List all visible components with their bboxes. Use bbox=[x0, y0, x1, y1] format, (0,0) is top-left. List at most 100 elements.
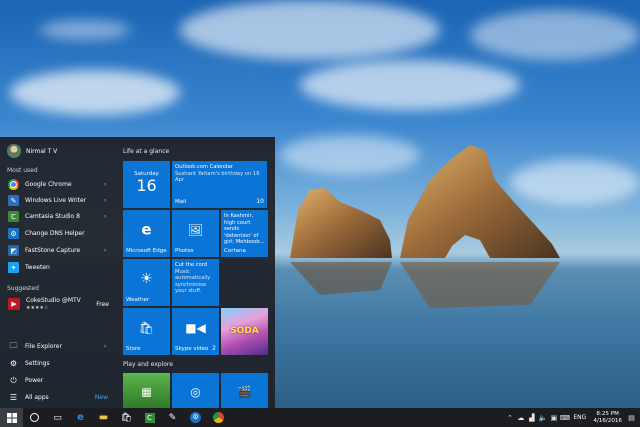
tweeten-icon: ✦ bbox=[8, 262, 19, 273]
edge-icon: e bbox=[77, 412, 84, 423]
tile-photos[interactable]: 🖼 Photos bbox=[172, 210, 219, 257]
taskbar-live-writer[interactable]: ✎ bbox=[161, 408, 184, 427]
tile-skype-video[interactable]: ■◀ Skype video 2 bbox=[172, 308, 219, 355]
app-change-dns-helper[interactable]: ⚙ Change DNS Helper bbox=[0, 226, 116, 241]
user-name: Nirmal T V bbox=[26, 147, 58, 155]
faststone-icon: ◩ bbox=[8, 245, 19, 256]
mail-badge: 10 bbox=[256, 198, 264, 205]
tile-store[interactable]: 🛍 Store bbox=[123, 308, 170, 355]
app-camtasia-studio[interactable]: C Camtasia Studio 8 › bbox=[0, 209, 116, 224]
network-icon[interactable]: ▟ bbox=[526, 414, 537, 422]
taskbar-camtasia[interactable]: C bbox=[138, 408, 161, 427]
start-tiles: Life at a glance Saturday 16 Outlook.com… bbox=[116, 137, 275, 408]
cloud bbox=[300, 60, 520, 110]
app-tweeten[interactable]: ✦ Tweeten bbox=[0, 260, 116, 275]
suggested-label: Suggested bbox=[7, 285, 39, 292]
taskbar-file-explorer[interactable]: ▬ bbox=[92, 408, 115, 427]
cutcord-text: Music automatically synchronise your stu… bbox=[175, 268, 211, 295]
start-menu: Nirmal T V Most used Google Chrome › ✎ W… bbox=[0, 137, 275, 408]
tile-calendar[interactable]: Saturday 16 bbox=[123, 161, 170, 208]
power-item[interactable]: ⏻ Power bbox=[0, 373, 116, 388]
onedrive-icon[interactable]: ☁ bbox=[515, 414, 526, 422]
clock[interactable]: 8:25 PM 4/16/2016 bbox=[593, 411, 622, 425]
chevron-right-icon[interactable]: › bbox=[104, 197, 110, 204]
chevron-right-icon[interactable]: › bbox=[104, 247, 110, 254]
chevron-right-icon[interactable]: › bbox=[104, 213, 110, 220]
chevron-right-icon[interactable]: › bbox=[104, 343, 110, 350]
video-camera-icon: ■◀ bbox=[185, 320, 206, 335]
folder-icon: 🗀 bbox=[9, 340, 18, 350]
tile-cut-the-cord[interactable]: Cut the cord Music automatically synchro… bbox=[172, 259, 219, 306]
start-left-column: Nirmal T V Most used Google Chrome › ✎ W… bbox=[0, 137, 116, 408]
power-icon: ⏻ bbox=[10, 375, 17, 385]
clock-time: 8:25 PM bbox=[596, 410, 619, 417]
task-view-icon: ▭ bbox=[53, 412, 62, 423]
suggested-app-price: Free bbox=[96, 300, 109, 308]
live-writer-icon: ✎ bbox=[8, 195, 19, 206]
taskbar-edge[interactable]: e bbox=[69, 408, 92, 427]
app-google-chrome[interactable]: Google Chrome › bbox=[0, 177, 116, 192]
volume-icon[interactable]: 🔈 bbox=[537, 414, 548, 422]
chevron-up-icon[interactable]: ⌃ bbox=[504, 414, 515, 422]
new-badge: New bbox=[94, 394, 108, 401]
task-view-button[interactable]: ▭ bbox=[46, 408, 69, 427]
app-windows-live-writer[interactable]: ✎ Windows Live Writer › bbox=[0, 193, 116, 208]
music-disc-icon: ◎ bbox=[190, 385, 201, 400]
taskbar-dns-helper[interactable]: ⚙ bbox=[184, 408, 207, 427]
tile-cortana[interactable]: In Kashmir, high court sends 'detention'… bbox=[221, 210, 268, 257]
cortana-circle-icon bbox=[30, 413, 39, 422]
minecraft-icon: ▦ bbox=[141, 385, 152, 399]
file-explorer-item[interactable]: 🗀 File Explorer › bbox=[0, 339, 116, 354]
keyboard-icon[interactable]: ⌨ bbox=[559, 414, 570, 422]
tile-microsoft-edge[interactable]: e Microsoft Edge bbox=[123, 210, 170, 257]
action-center-icon[interactable]: ▤ bbox=[626, 414, 637, 422]
cortana-button[interactable] bbox=[23, 408, 46, 427]
all-apps-item[interactable]: ☰ All apps New bbox=[0, 390, 116, 405]
camtasia-icon: C bbox=[8, 211, 19, 222]
edge-icon: e bbox=[141, 220, 152, 239]
mail-line1: Outlook.com Calendar bbox=[175, 164, 233, 170]
store-bag-icon: 🛍 bbox=[138, 320, 155, 335]
cortana-text: In Kashmir, high court sends 'detention'… bbox=[224, 213, 265, 245]
start-button[interactable] bbox=[0, 408, 23, 427]
sea-rocks bbox=[290, 145, 560, 308]
taskbar-store[interactable]: 🛍 bbox=[115, 408, 138, 427]
chrome-icon bbox=[213, 412, 224, 423]
sun-icon: ☀ bbox=[140, 270, 153, 287]
mail-line2: Sushant Yattam's birthday on 16 Apr bbox=[175, 170, 260, 184]
tile-weather[interactable]: ☀ Weather bbox=[123, 259, 170, 306]
tile-mail[interactable]: Outlook.com Calendar Sushant Yattam's bi… bbox=[172, 161, 267, 208]
taskbar-chrome[interactable] bbox=[207, 408, 230, 427]
cutcord-title: Cut the cord bbox=[175, 262, 208, 268]
chrome-icon bbox=[8, 179, 19, 190]
chevron-right-icon[interactable]: › bbox=[104, 181, 110, 188]
clock-date: 4/16/2016 bbox=[593, 417, 622, 424]
store-bag-icon: 🛍 bbox=[120, 412, 133, 423]
cloud bbox=[180, 0, 440, 60]
cloud bbox=[40, 20, 130, 40]
cloud bbox=[10, 70, 180, 115]
tile-minecraft[interactable]: ▦ bbox=[123, 373, 170, 408]
suggested-app-name: CokeStudio @MTV bbox=[26, 296, 81, 304]
windows-logo-icon bbox=[6, 412, 17, 423]
language-indicator[interactable]: ENG bbox=[573, 414, 586, 421]
app-faststone-capture[interactable]: ◩ FastStone Capture › bbox=[0, 243, 116, 258]
system-tray: ⌃ ☁ ▟ 🔈 ▣ ⌨ ENG 8:25 PM 4/16/2016 ▤ bbox=[504, 408, 640, 427]
candy-crush-logo: SODA bbox=[230, 326, 259, 336]
tile-candy-crush-soda[interactable]: SODA bbox=[221, 308, 268, 355]
suggested-app[interactable]: ▶ CokeStudio @MTV ★★★★☆ Free bbox=[0, 294, 116, 314]
group-life-at-a-glance: Life at a glance bbox=[123, 148, 170, 155]
clapperboard-icon: 🎬 bbox=[237, 385, 252, 399]
camtasia-icon: C bbox=[144, 412, 155, 423]
tile-movies-tv[interactable]: 🎬 bbox=[221, 373, 268, 408]
settings-item[interactable]: ⚙ Settings bbox=[0, 356, 116, 371]
group-play-and-explore: Play and explore bbox=[123, 361, 173, 368]
tile-groove-music[interactable]: ◎ bbox=[172, 373, 219, 408]
avatar bbox=[7, 144, 21, 158]
dns-helper-icon: ⚙ bbox=[8, 228, 19, 239]
chat-icon[interactable]: ▣ bbox=[548, 414, 559, 422]
photo-icon: 🖼 bbox=[187, 222, 204, 237]
most-used-label: Most used bbox=[7, 167, 38, 174]
all-apps-icon: ☰ bbox=[9, 393, 18, 402]
user-account[interactable]: Nirmal T V bbox=[7, 144, 57, 158]
